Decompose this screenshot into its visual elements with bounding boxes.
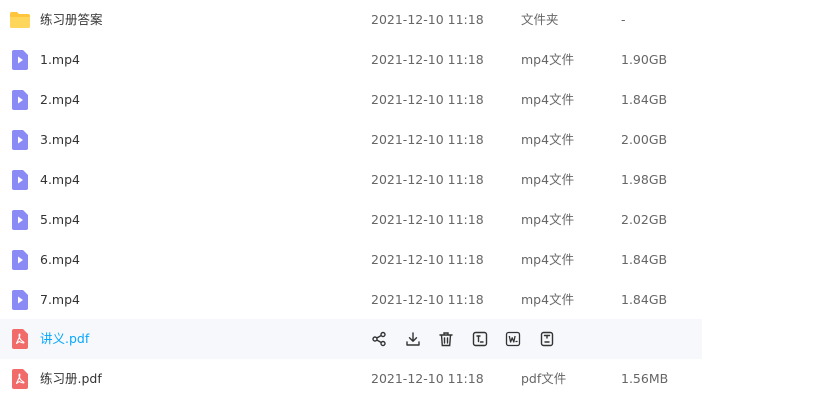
file-row-folder[interactable]: 练习册答案 2021-12-10 11:18 文件夹 -	[0, 0, 702, 40]
pdf-file-icon	[10, 369, 30, 389]
file-name[interactable]: 练习册.pdf	[40, 359, 102, 399]
video-file-icon	[10, 250, 30, 270]
file-row-video[interactable]: 1.mp4 2021-12-10 11:18 mp4文件 1.90GB	[0, 40, 702, 80]
file-date: 2021-12-10 11:18	[371, 252, 484, 267]
file-row-video[interactable]: 7.mp4 2021-12-10 11:18 mp4文件 1.84GB	[0, 280, 702, 320]
pdf-file-icon	[10, 329, 30, 349]
file-name[interactable]: 1.mp4	[40, 40, 80, 80]
file-size: 1.84GB	[621, 292, 668, 307]
file-type: mp4文件	[521, 132, 575, 147]
video-file-icon	[10, 290, 30, 310]
more-doc-icon[interactable]	[537, 329, 557, 349]
file-date: 2021-12-10 11:18	[371, 212, 484, 227]
file-date: 2021-12-10 11:18	[371, 132, 484, 147]
file-row-video[interactable]: 2.mp4 2021-12-10 11:18 mp4文件 1.84GB	[0, 80, 702, 120]
file-size: 1.84GB	[621, 92, 668, 107]
video-file-icon	[10, 210, 30, 230]
file-type: pdf文件	[521, 371, 567, 386]
file-date: 2021-12-10 11:18	[371, 172, 484, 187]
row-action-toolbar	[369, 319, 570, 359]
file-name[interactable]: 7.mp4	[40, 280, 80, 320]
file-row-video[interactable]: 4.mp4 2021-12-10 11:18 mp4文件 1.98GB	[0, 160, 702, 200]
file-name[interactable]: 练习册答案	[40, 0, 103, 40]
file-date: 2021-12-10 11:18	[371, 92, 484, 107]
file-date: 2021-12-10 11:18	[371, 12, 484, 27]
file-row-video[interactable]: 3.mp4 2021-12-10 11:18 mp4文件 2.00GB	[0, 120, 702, 160]
share-icon[interactable]	[369, 329, 389, 349]
file-type: mp4文件	[521, 172, 575, 187]
file-name-link[interactable]: 讲义.pdf	[40, 319, 89, 359]
file-size: 1.84GB	[621, 252, 668, 267]
video-file-icon	[10, 170, 30, 190]
folder-icon	[10, 10, 30, 30]
file-type: mp4文件	[521, 92, 575, 107]
file-size: 2.00GB	[621, 132, 668, 147]
file-name[interactable]: 6.mp4	[40, 240, 80, 280]
word-convert-icon[interactable]	[503, 329, 523, 349]
video-file-icon	[10, 90, 30, 110]
delete-icon[interactable]	[436, 329, 456, 349]
file-row-video[interactable]: 6.mp4 2021-12-10 11:18 mp4文件 1.84GB	[0, 240, 702, 280]
file-size: 1.56MB	[621, 371, 669, 386]
text-convert-icon[interactable]	[470, 329, 490, 349]
file-type: mp4文件	[521, 292, 575, 307]
file-row-pdf[interactable]: 练习册.pdf 2021-12-10 11:18 pdf文件 1.56MB	[0, 359, 702, 399]
file-date: 2021-12-10 11:18	[371, 52, 484, 67]
file-name[interactable]: 2.mp4	[40, 80, 80, 120]
file-list: 练习册答案 2021-12-10 11:18 文件夹 - 1.mp4 2021-…	[0, 0, 813, 410]
file-size: 2.02GB	[621, 212, 668, 227]
file-size: -	[621, 12, 626, 27]
file-name[interactable]: 3.mp4	[40, 120, 80, 160]
file-size: 1.90GB	[621, 52, 668, 67]
file-date: 2021-12-10 11:18	[371, 292, 484, 307]
file-type: mp4文件	[521, 212, 575, 227]
file-date: 2021-12-10 11:18	[371, 371, 484, 386]
video-file-icon	[10, 130, 30, 150]
file-row-pdf-hovered[interactable]: 讲义.pdf	[0, 319, 702, 359]
file-name[interactable]: 5.mp4	[40, 200, 80, 240]
file-name[interactable]: 4.mp4	[40, 160, 80, 200]
file-type: mp4文件	[521, 52, 575, 67]
file-type: 文件夹	[521, 12, 559, 27]
video-file-icon	[10, 50, 30, 70]
download-icon[interactable]	[403, 329, 423, 349]
file-type: mp4文件	[521, 252, 575, 267]
file-row-video[interactable]: 5.mp4 2021-12-10 11:18 mp4文件 2.02GB	[0, 200, 702, 240]
file-size: 1.98GB	[621, 172, 668, 187]
